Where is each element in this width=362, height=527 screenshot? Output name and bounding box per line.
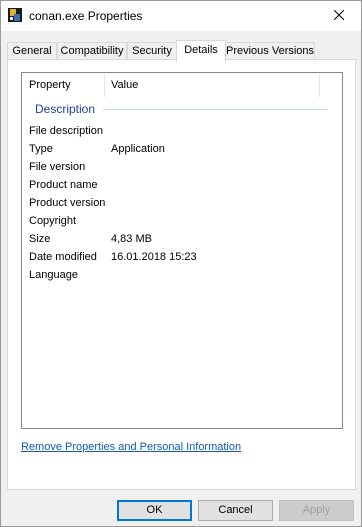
details-list[interactable]: Property Value Description File descript… xyxy=(21,72,343,429)
list-item[interactable]: Product name xyxy=(22,177,342,195)
property-value: 16.01.2018 15:23 xyxy=(111,251,197,263)
group-header: Description xyxy=(22,102,342,118)
property-name: File version xyxy=(29,161,86,173)
list-item[interactable]: File description xyxy=(22,123,342,141)
list-item[interactable]: Date modified 16.01.2018 15:23 xyxy=(22,249,342,267)
tab-compatibility[interactable]: Compatibility xyxy=(57,42,127,60)
list-item[interactable]: File version xyxy=(22,159,342,177)
cancel-button[interactable]: Cancel xyxy=(198,500,273,521)
property-value: 4,83 MB xyxy=(111,233,152,245)
column-header-property[interactable]: Property xyxy=(29,79,71,91)
property-value: Application xyxy=(111,143,165,155)
property-name: Product version xyxy=(29,197,106,209)
property-name: Type xyxy=(29,143,53,155)
details-panel: Property Value Description File descript… xyxy=(7,59,356,490)
tab-security[interactable]: Security xyxy=(127,42,177,60)
title-bar[interactable]: conan.exe Properties xyxy=(1,1,361,31)
column-divider[interactable] xyxy=(319,74,320,97)
properties-window: conan.exe Properties General Compatibili… xyxy=(0,0,362,527)
list-item[interactable]: Size 4,83 MB xyxy=(22,231,342,249)
group-divider xyxy=(103,109,327,110)
list-item[interactable]: Copyright xyxy=(22,213,342,231)
column-divider[interactable] xyxy=(104,74,105,97)
column-header: Property Value xyxy=(22,73,342,99)
apply-button[interactable]: Apply xyxy=(279,500,354,521)
property-name: Size xyxy=(29,233,51,245)
close-icon xyxy=(333,9,345,23)
column-header-value[interactable]: Value xyxy=(111,79,138,91)
tab-details[interactable]: Details xyxy=(176,40,226,62)
window-title: conan.exe Properties xyxy=(29,9,143,23)
list-item[interactable]: Product version xyxy=(22,195,342,213)
tab-strip: General Compatibility Security Details P… xyxy=(7,40,357,62)
executable-file-icon xyxy=(8,8,22,22)
property-name: File description xyxy=(29,125,103,137)
tab-general[interactable]: General xyxy=(7,42,57,60)
group-label: Description xyxy=(35,102,96,116)
property-name: Copyright xyxy=(29,215,77,227)
property-name: Date modified xyxy=(29,251,97,263)
list-item[interactable]: Language xyxy=(22,267,342,285)
ok-button[interactable]: OK xyxy=(117,500,192,521)
property-name: Language xyxy=(29,269,78,281)
list-item[interactable]: Type Application xyxy=(22,141,342,159)
property-name: Product name xyxy=(29,179,98,191)
close-button[interactable] xyxy=(317,1,361,31)
remove-properties-link[interactable]: Remove Properties and Personal Informati… xyxy=(21,441,241,453)
tab-previous-versions[interactable]: Previous Versions xyxy=(225,42,315,60)
